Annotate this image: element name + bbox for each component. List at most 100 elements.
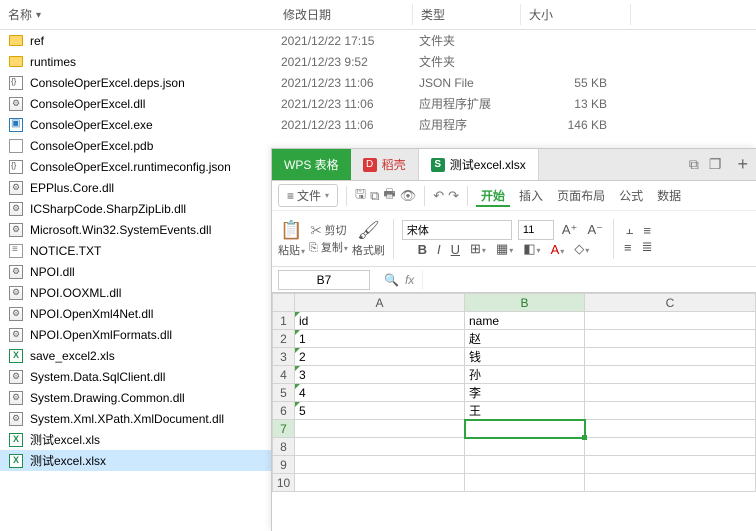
tab-daoke[interactable]: D稻壳 bbox=[351, 149, 419, 180]
col-header-C[interactable]: C bbox=[585, 294, 756, 312]
align-center-icon[interactable]: ≣ bbox=[640, 239, 655, 255]
cell[interactable]: 4 bbox=[295, 384, 465, 402]
cell[interactable] bbox=[585, 348, 756, 366]
file-row[interactable]: ConsoleOperExcel.exe2021/12/23 11:06应用程序… bbox=[0, 114, 756, 135]
cell[interactable] bbox=[295, 456, 465, 474]
dll-icon bbox=[8, 201, 24, 217]
cell[interactable] bbox=[295, 420, 465, 438]
col-header-A[interactable]: A bbox=[295, 294, 465, 312]
cell[interactable] bbox=[465, 420, 585, 438]
font-color-button[interactable]: A▾ bbox=[549, 242, 567, 257]
cell[interactable] bbox=[585, 456, 756, 474]
print-icon[interactable]: 🖶 bbox=[383, 185, 395, 207]
find-icon[interactable]: 🔍 bbox=[384, 273, 399, 287]
cell[interactable] bbox=[465, 474, 585, 492]
cell[interactable]: 1 bbox=[295, 330, 465, 348]
cell[interactable]: 王 bbox=[465, 402, 585, 420]
row-header[interactable]: 10 bbox=[273, 474, 295, 492]
bold-button[interactable]: B bbox=[416, 242, 429, 257]
cell[interactable]: id bbox=[295, 312, 465, 330]
merge-button[interactable]: ▦▾ bbox=[494, 241, 515, 257]
row-header[interactable]: 2 bbox=[273, 330, 295, 348]
menu-data[interactable]: 数据 bbox=[652, 185, 686, 206]
cell[interactable] bbox=[465, 438, 585, 456]
cut-button[interactable]: ✂ 剪切 bbox=[310, 222, 346, 238]
cell[interactable] bbox=[465, 456, 585, 474]
row-header[interactable]: 8 bbox=[273, 438, 295, 456]
redo-icon[interactable]: ↷ bbox=[448, 188, 459, 204]
col-header-type[interactable]: 类型 bbox=[413, 4, 521, 25]
col-header-name[interactable]: 名称▾ bbox=[0, 4, 275, 25]
row-header[interactable]: 5 bbox=[273, 384, 295, 402]
cell[interactable] bbox=[295, 438, 465, 456]
row-header[interactable]: 1 bbox=[273, 312, 295, 330]
file-row[interactable]: runtimes2021/12/23 9:52文件夹 bbox=[0, 51, 756, 72]
row-header[interactable]: 7 bbox=[273, 420, 295, 438]
cell[interactable]: 孙 bbox=[465, 366, 585, 384]
cell[interactable] bbox=[585, 312, 756, 330]
cell[interactable]: 5 bbox=[295, 402, 465, 420]
menu-insert[interactable]: 插入 bbox=[514, 185, 548, 206]
cell[interactable] bbox=[585, 366, 756, 384]
row-header[interactable]: 4 bbox=[273, 366, 295, 384]
paste-button[interactable]: 📋粘贴▾ bbox=[278, 220, 305, 258]
cell[interactable]: 钱 bbox=[465, 348, 585, 366]
font-grow-icon[interactable]: A⁺ bbox=[560, 222, 580, 238]
cell-reference-input[interactable]: B7 bbox=[278, 270, 370, 290]
row-header[interactable]: 6 bbox=[273, 402, 295, 420]
formula-input[interactable] bbox=[422, 270, 756, 290]
tab-current-file[interactable]: S测试excel.xlsx bbox=[419, 149, 539, 180]
excel-file-icon: S bbox=[431, 158, 445, 172]
window-pop-icon[interactable]: ⧉ bbox=[689, 156, 699, 173]
cell[interactable]: 3 bbox=[295, 366, 465, 384]
cell[interactable]: name bbox=[465, 312, 585, 330]
align-middle-icon[interactable]: ≡ bbox=[641, 223, 653, 238]
file-row[interactable]: ConsoleOperExcel.dll2021/12/23 11:06应用程序… bbox=[0, 93, 756, 114]
row-header[interactable]: 3 bbox=[273, 348, 295, 366]
cell[interactable] bbox=[585, 474, 756, 492]
file-row[interactable]: ConsoleOperExcel.deps.json2021/12/23 11:… bbox=[0, 72, 756, 93]
format-painter-button[interactable]: 🖌格式刷 bbox=[352, 220, 385, 258]
cell[interactable] bbox=[295, 474, 465, 492]
font-name-select[interactable] bbox=[402, 220, 512, 240]
cell[interactable]: 李 bbox=[465, 384, 585, 402]
italic-button[interactable]: I bbox=[435, 242, 443, 257]
menu-formula[interactable]: 公式 bbox=[614, 185, 648, 206]
fill-color-button[interactable]: ◧▾ bbox=[521, 241, 542, 257]
col-header-B[interactable]: B bbox=[465, 294, 585, 312]
cell[interactable]: 赵 bbox=[465, 330, 585, 348]
menu-start[interactable]: 开始 bbox=[476, 185, 510, 207]
menu-file-button[interactable]: ≡ 文件 ▾ bbox=[278, 184, 338, 207]
select-all-corner[interactable] bbox=[273, 294, 295, 312]
save-icon[interactable]: 🖫 bbox=[355, 185, 366, 207]
copy-button[interactable]: ⎘ 复制▾ bbox=[309, 239, 348, 255]
col-header-date[interactable]: 修改日期 bbox=[275, 4, 413, 25]
row-header[interactable]: 9 bbox=[273, 456, 295, 474]
cell[interactable] bbox=[585, 402, 756, 420]
window-restore-icon[interactable]: ❐ bbox=[709, 156, 722, 173]
save-as-icon[interactable]: ⧉ bbox=[370, 188, 379, 204]
cell[interactable]: 2 bbox=[295, 348, 465, 366]
col-header-size[interactable]: 大小 bbox=[521, 4, 631, 25]
undo-icon[interactable]: ↶ bbox=[433, 188, 444, 204]
cell[interactable] bbox=[585, 438, 756, 456]
cell[interactable] bbox=[585, 330, 756, 348]
font-size-select[interactable] bbox=[518, 220, 554, 240]
new-tab-button[interactable]: + bbox=[729, 149, 756, 180]
file-date: 2021/12/23 9:52 bbox=[281, 55, 419, 69]
cell[interactable] bbox=[585, 420, 756, 438]
font-shrink-icon[interactable]: A⁻ bbox=[585, 222, 605, 238]
preview-icon[interactable]: 👁 bbox=[400, 188, 417, 204]
underline-button[interactable]: U bbox=[449, 242, 462, 257]
paste-icon: 📋 bbox=[280, 220, 302, 241]
fx-icon[interactable]: fx bbox=[405, 273, 414, 287]
cell[interactable] bbox=[585, 384, 756, 402]
clear-format-button[interactable]: ◇▾ bbox=[572, 241, 591, 257]
file-row[interactable]: ref2021/12/22 17:15文件夹 bbox=[0, 30, 756, 51]
menu-layout[interactable]: 页面布局 bbox=[552, 185, 610, 206]
align-top-icon[interactable]: ⫠ bbox=[623, 222, 635, 238]
border-button[interactable]: ⊞▾ bbox=[468, 241, 488, 257]
tab-wps-app[interactable]: WPS 表格 bbox=[272, 149, 351, 180]
align-left-icon[interactable]: ≡ bbox=[622, 240, 634, 255]
spreadsheet-grid[interactable]: ABC1idname21赵32钱43孙54李65王78910 bbox=[272, 293, 756, 531]
